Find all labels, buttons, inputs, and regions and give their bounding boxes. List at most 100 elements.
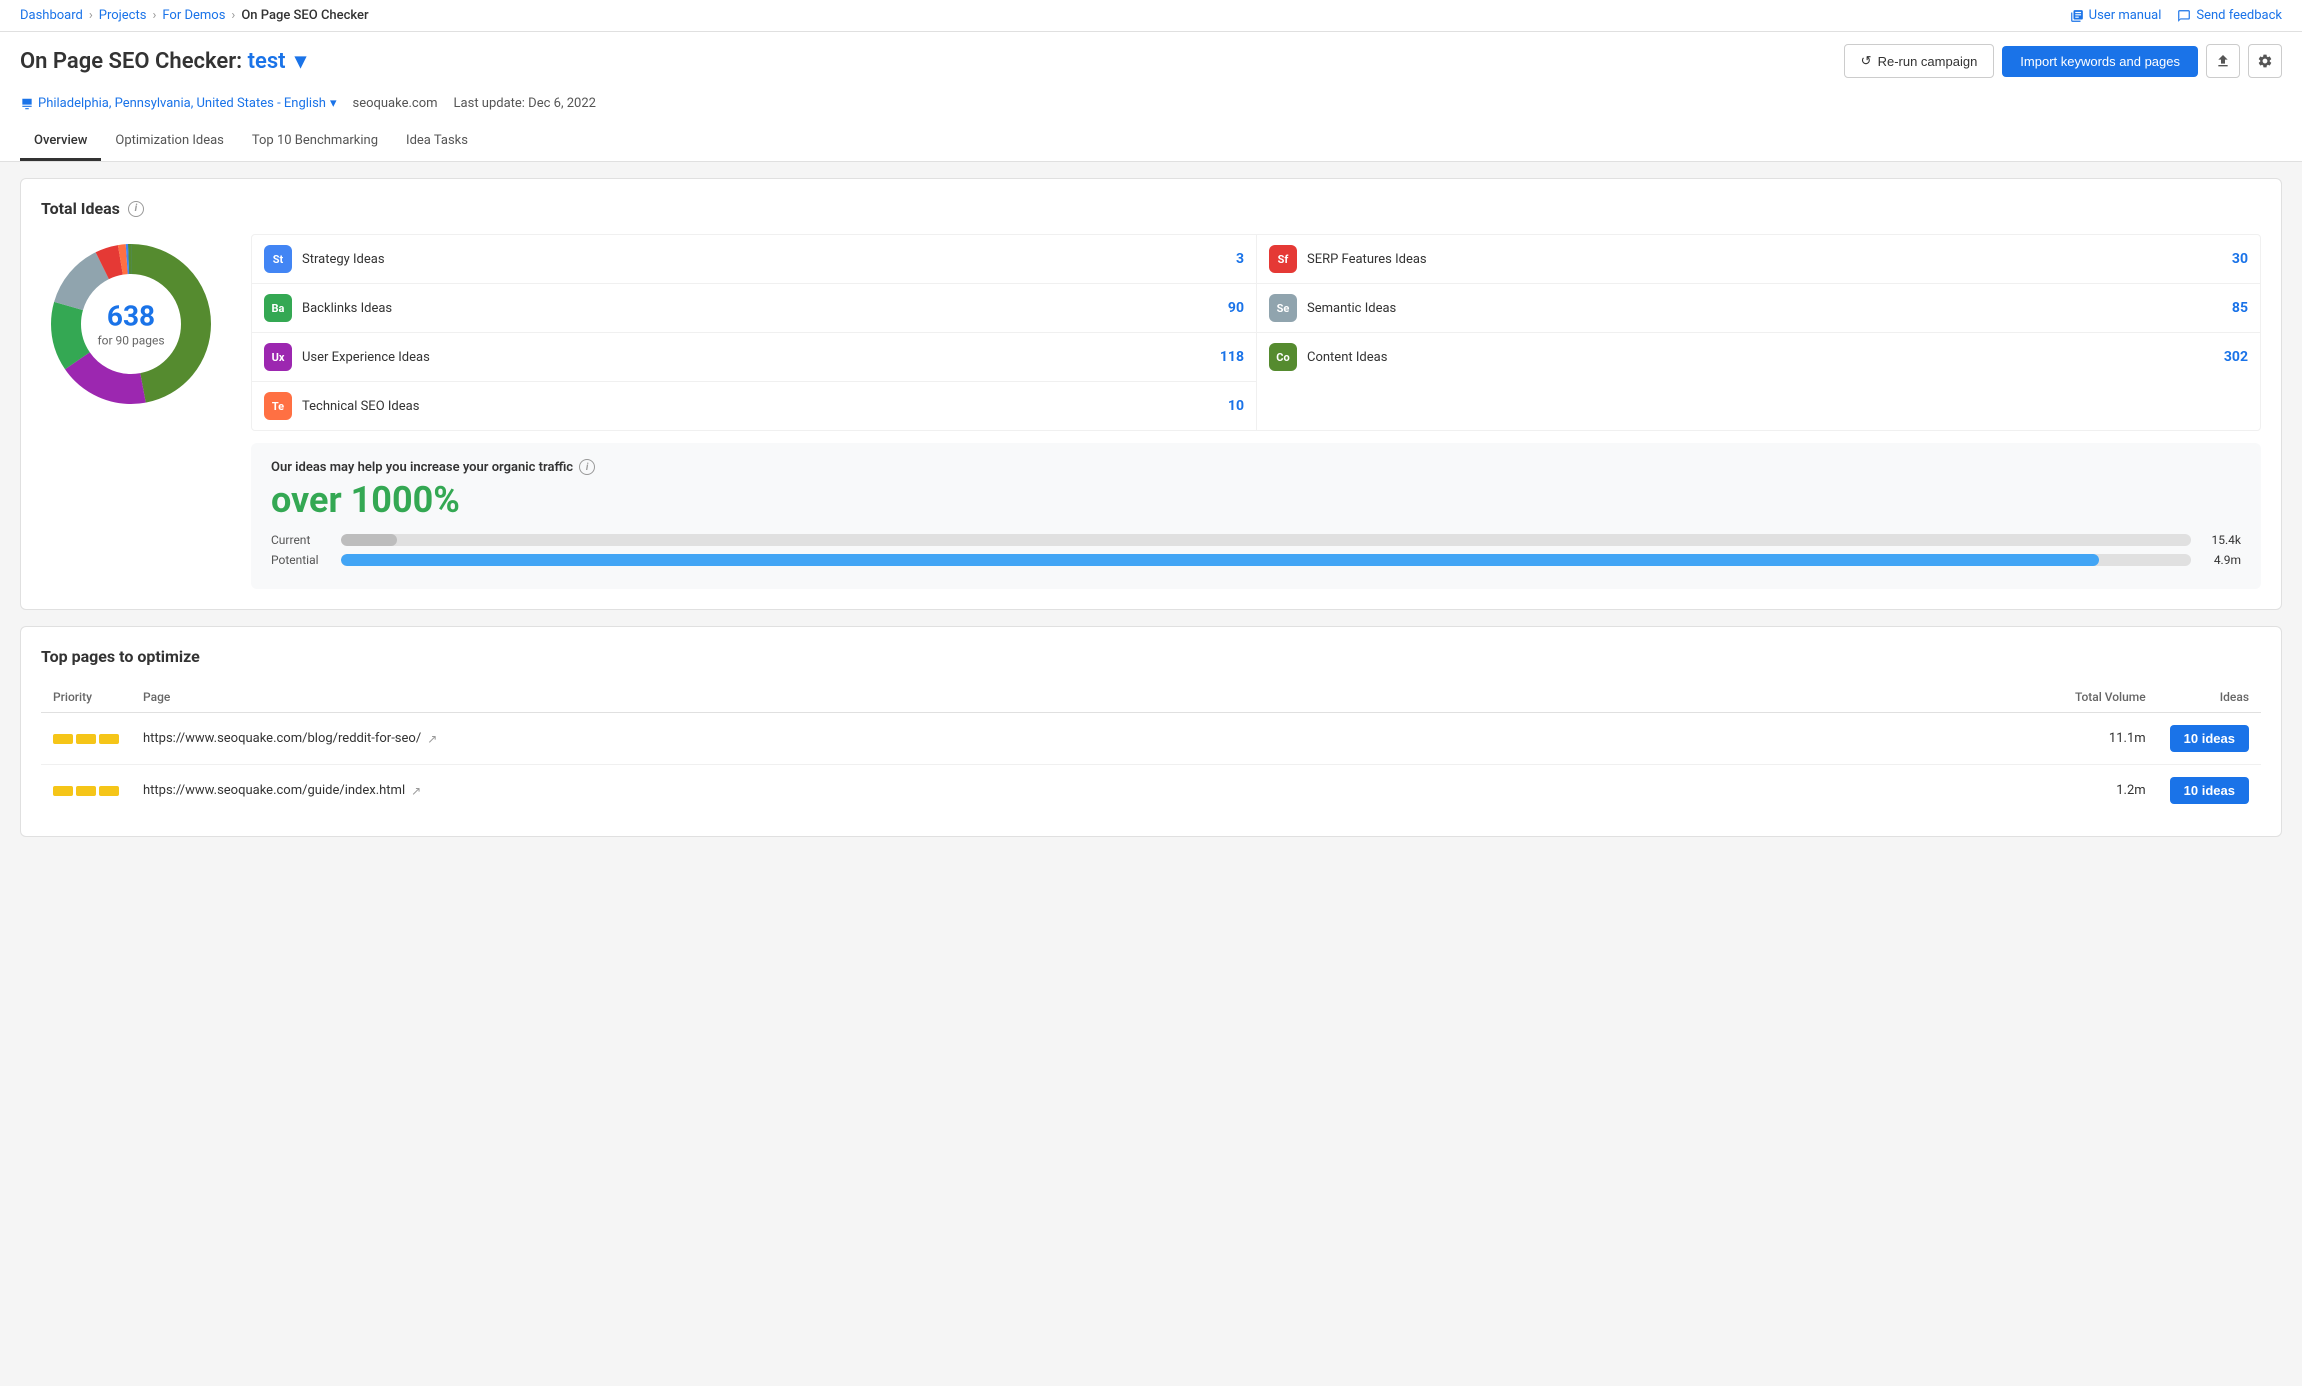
traffic-info-icon[interactable]: i [579, 459, 595, 475]
tab-top10-benchmarking[interactable]: Top 10 Benchmarking [238, 123, 392, 161]
current-bar-row: Current 15.4k [271, 533, 2241, 547]
rerun-icon: ↺ [1861, 53, 1872, 69]
user-manual-link[interactable]: User manual [2070, 8, 2162, 23]
ideas-right-col: Sf SERP Features Ideas 30 Se Semantic Id… [1256, 235, 2260, 430]
ideas-grid: St Strategy Ideas 3 Ba Backlinks Ideas 9… [251, 234, 2261, 431]
total-ideas-content: 638 for 90 pages St Strategy Ideas 3 [41, 234, 2261, 589]
idea-row-strategy: St Strategy Ideas 3 [252, 235, 1256, 284]
top-pages-table: Priority Page Total Volume Ideas [41, 682, 2261, 816]
tab-idea-tasks[interactable]: Idea Tasks [392, 123, 482, 161]
table-header: Priority Page Total Volume Ideas [41, 682, 2261, 713]
external-link-icon-2: ↗ [411, 784, 421, 798]
table-body: https://www.seoquake.com/blog/reddit-for… [41, 713, 2261, 817]
idea-row-content: Co Content Ideas 302 [1257, 333, 2260, 381]
badge-serp: Sf [1269, 245, 1297, 273]
header-top-row: On Page SEO Checker: test ▾ ↺ Re-run cam… [20, 44, 2282, 78]
idea-row-ux: Ux User Experience Ideas 118 [252, 333, 1256, 382]
top-bar: Dashboard › Projects › For Demos › On Pa… [0, 0, 2302, 32]
breadcrumb-current: On Page SEO Checker [241, 8, 368, 23]
badge-semantic: Se [1269, 294, 1297, 322]
priority-bar-3 [99, 734, 119, 744]
import-keywords-button[interactable]: Import keywords and pages [2002, 46, 2198, 77]
ideas-left-col: St Strategy Ideas 3 Ba Backlinks Ideas 9… [252, 235, 1256, 430]
ideas-cell-1: 10 ideas [2158, 713, 2261, 765]
idea-row-backlinks: Ba Backlinks Ideas 90 [252, 284, 1256, 333]
ideas-button-2[interactable]: 10 ideas [2170, 777, 2249, 804]
col-priority: Priority [41, 682, 131, 713]
monitor-icon [20, 97, 34, 111]
traffic-percent: over 1000% [271, 479, 2241, 521]
send-feedback-link[interactable]: Send feedback [2177, 8, 2282, 23]
idea-row-semantic: Se Semantic Ideas 85 [1257, 284, 2260, 333]
ideas-right-panel: St Strategy Ideas 3 Ba Backlinks Ideas 9… [251, 234, 2261, 589]
badge-backlinks: Ba [264, 294, 292, 322]
header-actions: ↺ Re-run campaign Import keywords and pa… [1844, 44, 2282, 78]
priority-bar-2-2 [76, 786, 96, 796]
badge-content: Co [1269, 343, 1297, 371]
top-pages-card: Top pages to optimize Priority Page Tota… [20, 626, 2282, 837]
col-page: Page [131, 682, 2028, 713]
page-cell: https://www.seoquake.com/blog/reddit-for… [131, 713, 2028, 765]
idea-row-technical: Te Technical SEO Ideas 10 [252, 382, 1256, 430]
priority-bars [53, 734, 119, 744]
potential-bar-track [341, 554, 2191, 566]
breadcrumb-demos[interactable]: For Demos [162, 8, 225, 23]
tab-optimization-ideas[interactable]: Optimization Ideas [101, 123, 238, 161]
breadcrumb-dashboard[interactable]: Dashboard [20, 8, 83, 23]
volume-cell-1: 11.1m [2028, 713, 2158, 765]
location-dropdown[interactable]: ▾ [330, 96, 337, 111]
rerun-campaign-button[interactable]: ↺ Re-run campaign [1844, 44, 1995, 78]
current-bar-track [341, 534, 2191, 546]
tab-overview[interactable]: Overview [20, 123, 101, 161]
priority-bar-2 [76, 734, 96, 744]
top-actions: User manual Send feedback [2070, 8, 2282, 23]
breadcrumb: Dashboard › Projects › For Demos › On Pa… [20, 8, 369, 23]
donut-chart: 638 for 90 pages [41, 234, 221, 414]
idea-row-serp: Sf SERP Features Ideas 30 [1257, 235, 2260, 284]
total-ideas-info-icon[interactable]: i [128, 201, 144, 217]
priority-cell-2 [41, 765, 131, 817]
external-link-icon-1: ↗ [427, 732, 437, 746]
donut-center: 638 for 90 pages [97, 300, 164, 349]
badge-strategy: St [264, 245, 292, 273]
col-volume: Total Volume [2028, 682, 2158, 713]
traffic-section: Our ideas may help you increase your org… [251, 443, 2261, 589]
total-ideas-title: Total Ideas i [41, 199, 2261, 218]
feedback-icon [2177, 9, 2191, 23]
table-row: https://www.seoquake.com/guide/index.htm… [41, 765, 2261, 817]
ideas-button-1[interactable]: 10 ideas [2170, 725, 2249, 752]
header-sub-row: Philadelphia, Pennsylvania, United State… [20, 88, 2282, 119]
upload-icon [2215, 53, 2231, 69]
priority-bar-2-3 [99, 786, 119, 796]
main-content: Total Ideas i [0, 162, 2302, 869]
top-pages-title: Top pages to optimize [41, 647, 2261, 666]
title-dropdown-arrow[interactable]: ▾ [295, 49, 306, 74]
priority-bar-2-1 [53, 786, 73, 796]
page-title: On Page SEO Checker: test ▾ [20, 49, 306, 74]
location-selector[interactable]: Philadelphia, Pennsylvania, United State… [20, 96, 336, 111]
page-link-2[interactable]: https://www.seoquake.com/guide/index.htm… [143, 783, 2016, 798]
priority-cell [41, 713, 131, 765]
priority-bars-2 [53, 786, 119, 796]
book-icon [2070, 9, 2084, 23]
page-cell-2: https://www.seoquake.com/guide/index.htm… [131, 765, 2028, 817]
badge-technical: Te [264, 392, 292, 420]
breadcrumb-projects[interactable]: Projects [99, 8, 147, 23]
traffic-title: Our ideas may help you increase your org… [271, 459, 2241, 475]
potential-bar-fill [341, 554, 2099, 566]
page-link-1[interactable]: https://www.seoquake.com/blog/reddit-for… [143, 731, 2016, 746]
export-button[interactable] [2206, 44, 2240, 78]
badge-ux: Ux [264, 343, 292, 371]
gear-icon [2257, 53, 2273, 69]
table-row: https://www.seoquake.com/blog/reddit-for… [41, 713, 2261, 765]
potential-bar-row: Potential 4.9m [271, 553, 2241, 567]
nav-tabs: Overview Optimization Ideas Top 10 Bench… [20, 123, 2282, 161]
current-bar-fill [341, 534, 397, 546]
priority-bar-1 [53, 734, 73, 744]
ideas-cell-2: 10 ideas [2158, 765, 2261, 817]
volume-cell-2: 1.2m [2028, 765, 2158, 817]
col-ideas: Ideas [2158, 682, 2261, 713]
settings-button[interactable] [2248, 44, 2282, 78]
page-header: On Page SEO Checker: test ▾ ↺ Re-run cam… [0, 32, 2302, 162]
total-ideas-card: Total Ideas i [20, 178, 2282, 610]
